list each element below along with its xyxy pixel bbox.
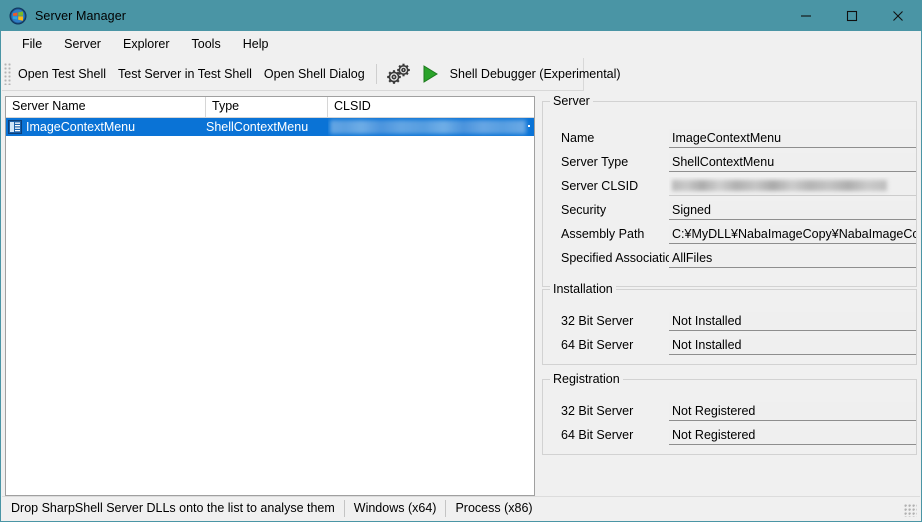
gears-icon xyxy=(385,61,413,87)
open-test-shell-button[interactable]: Open Test Shell xyxy=(12,63,112,85)
minimize-button[interactable] xyxy=(783,1,829,31)
column-header-server-name[interactable]: Server Name xyxy=(6,97,206,117)
field-register-32: 32 Bit Server Not Registered xyxy=(543,401,916,421)
field-install-64: 64 Bit Server Not Installed xyxy=(543,335,916,355)
group-installation-title: Installation xyxy=(550,282,616,296)
maximize-button[interactable] xyxy=(829,1,875,31)
menu-item-explorer[interactable]: Explorer xyxy=(112,34,181,54)
field-server-clsid-label: Server CLSID xyxy=(561,179,669,193)
field-server-clsid: Server CLSID xyxy=(543,176,916,196)
drag-grip[interactable] xyxy=(4,63,12,85)
maximize-icon xyxy=(846,10,858,22)
field-security-label: Security xyxy=(561,203,669,217)
windows-orb-icon xyxy=(9,7,27,25)
server-list[interactable]: Server Name Type CLSID xyxy=(5,96,535,496)
field-specified-association-value[interactable]: AllFiles xyxy=(669,249,916,268)
toolbar-separator xyxy=(376,64,377,84)
field-register-32-value[interactable]: Not Registered xyxy=(669,402,916,421)
field-server-type-label: Server Type xyxy=(561,155,669,169)
cell-server-name-text: ImageContextMenu xyxy=(26,118,135,136)
column-header-type[interactable]: Type xyxy=(206,97,328,117)
menu-item-file[interactable]: File xyxy=(11,34,53,54)
cell-type: ShellContextMenu xyxy=(206,118,328,136)
menu-item-help[interactable]: Help xyxy=(232,34,280,54)
field-specified-association: Specified Association AllFiles xyxy=(543,248,916,268)
group-installation: Installation 32 Bit Server Not Installed… xyxy=(542,289,917,365)
table-row[interactable]: ImageContextMenu ShellContextMenu xyxy=(6,118,534,136)
server-entry-icon xyxy=(7,119,23,135)
window-controls xyxy=(783,1,921,31)
clsid-trailing-dot xyxy=(528,125,530,127)
title-bar[interactable]: Server Manager xyxy=(1,1,921,31)
column-header-clsid[interactable]: CLSID xyxy=(328,97,534,117)
gears-button[interactable] xyxy=(382,61,416,87)
field-install-32: 32 Bit Server Not Installed xyxy=(543,311,916,331)
menu-item-server[interactable]: Server xyxy=(53,34,112,54)
field-install-32-value[interactable]: Not Installed xyxy=(669,312,916,331)
close-button[interactable] xyxy=(875,1,921,31)
menu-bar: File Server Explorer Tools Help xyxy=(2,31,920,57)
close-icon xyxy=(892,10,904,22)
status-process: Process (x86) xyxy=(446,500,541,517)
cell-clsid xyxy=(328,118,534,136)
field-install-64-label: 64 Bit Server xyxy=(561,338,669,352)
field-specified-association-label: Specified Association xyxy=(561,251,669,265)
group-registration-title: Registration xyxy=(550,372,623,386)
status-hint: Drop SharpShell Server DLLs onto the lis… xyxy=(2,500,344,517)
list-header: Server Name Type CLSID xyxy=(6,97,534,118)
status-bar: Drop SharpShell Server DLLs onto the lis… xyxy=(2,496,920,520)
server-details-panel: Server Name ImageContextMenu Server Type… xyxy=(539,93,920,498)
minimize-icon xyxy=(800,10,812,22)
field-register-64-value[interactable]: Not Registered xyxy=(669,426,916,445)
field-server-clsid-value[interactable] xyxy=(669,177,916,196)
cell-server-name: ImageContextMenu xyxy=(6,118,206,136)
resize-grip[interactable] xyxy=(904,504,917,517)
field-assembly-path-value[interactable]: C:¥MyDLL¥NabaImageCopy¥NabaImageCopy.dll xyxy=(669,225,916,244)
group-registration: Registration 32 Bit Server Not Registere… xyxy=(542,379,917,455)
group-server-title: Server xyxy=(550,94,593,108)
field-assembly-path: Assembly Path C:¥MyDLL¥NabaImageCopy¥Nab… xyxy=(543,224,916,244)
field-register-64: 64 Bit Server Not Registered xyxy=(543,425,916,445)
window-title: Server Manager xyxy=(35,9,126,23)
shell-debugger-label[interactable]: Shell Debugger (Experimental) xyxy=(444,63,627,85)
run-debugger-button[interactable] xyxy=(416,63,444,85)
field-install-64-value[interactable]: Not Installed xyxy=(669,336,916,355)
tool-bar: Open Test Shell Test Server in Test Shel… xyxy=(2,58,584,91)
field-name: Name ImageContextMenu xyxy=(543,128,916,148)
server-manager-window: Server Manager File Server E xyxy=(0,0,922,522)
field-register-64-label: 64 Bit Server xyxy=(561,428,669,442)
field-security-value[interactable]: Signed xyxy=(669,201,916,220)
field-name-label: Name xyxy=(561,131,669,145)
test-server-in-test-shell-button[interactable]: Test Server in Test Shell xyxy=(112,63,258,85)
field-security: Security Signed xyxy=(543,200,916,220)
field-server-type-value[interactable]: ShellContextMenu xyxy=(669,153,916,172)
field-name-value[interactable]: ImageContextMenu xyxy=(669,129,916,148)
status-os: Windows (x64) xyxy=(345,500,446,517)
group-server: Server Name ImageContextMenu Server Type… xyxy=(542,101,917,287)
play-icon xyxy=(419,63,441,85)
field-server-type: Server Type ShellContextMenu xyxy=(543,152,916,172)
open-shell-dialog-button[interactable]: Open Shell Dialog xyxy=(258,63,371,85)
menu-item-tools[interactable]: Tools xyxy=(181,34,232,54)
field-install-32-label: 32 Bit Server xyxy=(561,314,669,328)
clsid-redacted-overlay xyxy=(330,120,526,134)
server-clsid-redacted-overlay xyxy=(672,180,887,191)
field-assembly-path-label: Assembly Path xyxy=(561,227,669,241)
field-register-32-label: 32 Bit Server xyxy=(561,404,669,418)
